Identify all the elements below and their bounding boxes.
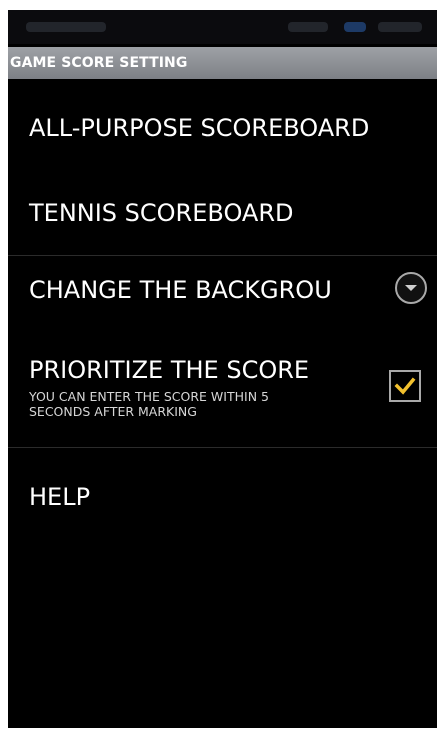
prioritize-description-line2: SECONDS AFTER MARKING bbox=[29, 404, 197, 419]
menu-item-prioritize-score[interactable]: PRIORITIZE THE SCORE YOU CAN ENTER THE S… bbox=[8, 354, 437, 444]
chevron-down-icon[interactable] bbox=[395, 272, 427, 304]
divider bbox=[8, 255, 437, 256]
menu-item-tennis-scoreboard[interactable]: TENNIS SCOREBOARD bbox=[8, 178, 437, 248]
menu-item-label: ALL-PURPOSE SCOREBOARD bbox=[29, 114, 370, 142]
page-title: GAME SCORE SETTING bbox=[10, 55, 188, 71]
status-blur-right bbox=[378, 22, 422, 32]
status-blur-mid bbox=[288, 22, 328, 32]
status-bar bbox=[8, 10, 437, 44]
status-blur-blue bbox=[344, 22, 366, 32]
menu-item-label: CHANGE THE BACKGROU bbox=[29, 276, 332, 304]
title-bar: GAME SCORE SETTING bbox=[8, 47, 437, 79]
check-icon bbox=[394, 377, 416, 395]
prioritize-text: PRIORITIZE THE SCORE YOU CAN ENTER THE S… bbox=[29, 356, 309, 419]
status-blur-left bbox=[26, 22, 106, 32]
menu-item-help[interactable]: HELP bbox=[8, 462, 437, 532]
prioritize-description-line1: YOU CAN ENTER THE SCORE WITHIN 5 bbox=[29, 389, 269, 404]
menu-item-all-purpose-scoreboard[interactable]: ALL-PURPOSE SCOREBOARD bbox=[8, 94, 437, 162]
prioritize-checkbox[interactable] bbox=[389, 370, 421, 402]
prioritize-title: PRIORITIZE THE SCORE bbox=[29, 356, 310, 384]
menu-item-change-background[interactable]: CHANGE THE BACKGROU bbox=[8, 262, 437, 318]
divider bbox=[8, 447, 437, 448]
phone-screen: GAME SCORE SETTING ALL-PURPOSE SCOREBOAR… bbox=[8, 10, 437, 728]
menu-item-label: HELP bbox=[29, 483, 91, 511]
menu-item-label: TENNIS SCOREBOARD bbox=[29, 199, 294, 227]
